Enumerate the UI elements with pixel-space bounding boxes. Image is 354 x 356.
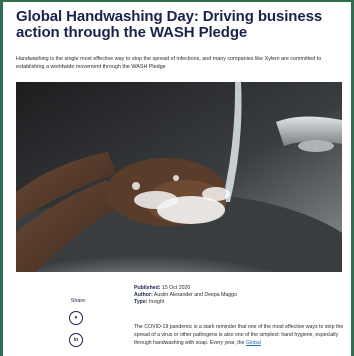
article-card: Global Handwashing Day: Driving business… <box>0 0 354 356</box>
meta-published: Published: 15 Oct 2020 <box>134 285 344 292</box>
published-label: Published: <box>134 285 161 291</box>
type-value: Insight <box>148 299 165 305</box>
linkedin-icon: in <box>73 337 79 343</box>
article-title: Global Handwashing Day: Driving business… <box>16 8 323 41</box>
linkedin-share-button[interactable]: in <box>69 333 83 347</box>
article-meta: Published: 15 Oct 2020 Author: Austin Al… <box>134 285 344 306</box>
share-label: Share <box>70 298 86 304</box>
author-value: Austin Alexander and Deepa Maggo <box>153 292 237 298</box>
twitter-share-button[interactable]: ♥ <box>69 311 83 325</box>
article-body: The COVID-19 pandemic is a stark reminde… <box>134 323 346 347</box>
type-label: Type: <box>134 299 148 305</box>
global-link[interactable]: Global <box>246 340 261 346</box>
published-value: 15 Oct 2020 <box>161 285 191 291</box>
hero-image <box>16 82 342 272</box>
meta-type: Type: Insight <box>134 299 344 306</box>
meta-author: Author: Austin Alexander and Deepa Maggo <box>134 292 344 299</box>
author-label: Author: <box>134 292 153 298</box>
article-intro: Handwashing is the single most effective… <box>16 56 322 70</box>
body-text: The COVID-19 pandemic is a stark reminde… <box>134 324 344 346</box>
twitter-icon: ♥ <box>74 315 78 321</box>
